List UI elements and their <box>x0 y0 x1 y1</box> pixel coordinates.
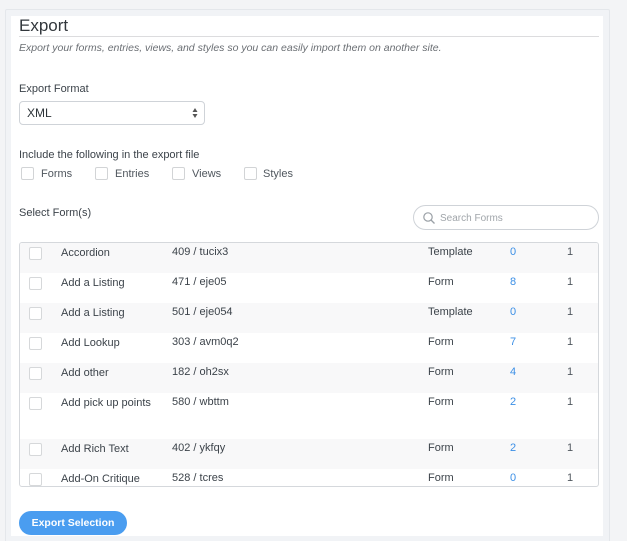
search-forms-box[interactable] <box>413 205 599 230</box>
search-forms-input[interactable] <box>440 211 590 225</box>
form-name: Accordion <box>61 247 110 259</box>
row-checkbox[interactable] <box>29 337 42 350</box>
table-row: Add Rich Text 402 / ykfqy Form 2 1 <box>20 439 598 469</box>
row-checkbox[interactable] <box>29 397 42 410</box>
form-type: Form <box>428 336 454 348</box>
table-row: Add a Listing 471 / eje05 Form 8 1 <box>20 273 598 303</box>
forms-checkbox[interactable] <box>21 167 34 180</box>
entries-count-link[interactable]: 0 <box>510 472 516 484</box>
forms-checkbox-label: Forms <box>41 168 73 180</box>
form-type: Form <box>428 276 454 288</box>
form-name: Add other <box>61 367 109 379</box>
row-checkbox[interactable] <box>29 443 42 456</box>
table-row: Add-On Critique 528 / tcres Form 0 1 <box>20 469 598 486</box>
form-name: Add pick up points <box>61 397 151 409</box>
table-row: Add pick up points 580 / wbttm Form 2 1 <box>20 393 598 439</box>
styles-checkbox[interactable] <box>244 167 257 180</box>
row-checkbox[interactable] <box>29 473 42 486</box>
form-type: Form <box>428 396 454 408</box>
views-checkbox[interactable] <box>172 167 185 180</box>
page-title: Export <box>19 16 69 35</box>
entries-checkbox-label: Entries <box>115 168 150 180</box>
form-name: Add Lookup <box>61 337 120 349</box>
form-type: Form <box>428 366 454 378</box>
form-type: Form <box>428 442 454 454</box>
form-id-key: 501 / eje054 <box>172 306 233 318</box>
row-checkbox[interactable] <box>29 247 42 260</box>
views-checkbox-label: Views <box>192 168 222 180</box>
export-selection-button[interactable]: Export Selection <box>19 511 127 535</box>
form-name: Add-On Critique <box>61 473 140 485</box>
form-id-key: 182 / oh2sx <box>172 366 229 378</box>
search-icon <box>423 212 435 224</box>
styles-checkbox-label: Styles <box>263 168 293 180</box>
export-format-select[interactable]: XML <box>19 101 205 125</box>
title-divider <box>19 36 599 37</box>
export-format-label: Export Format <box>19 83 89 95</box>
views-count: 1 <box>567 306 574 318</box>
form-name: Add a Listing <box>61 277 125 289</box>
row-checkbox[interactable] <box>29 277 42 290</box>
row-checkbox[interactable] <box>29 367 42 380</box>
form-name: Add Rich Text <box>61 443 129 455</box>
table-row: Add a Listing 501 / eje054 Template 0 1 <box>20 303 598 333</box>
form-id-key: 409 / tucix3 <box>172 246 229 258</box>
table-row: Add other 182 / oh2sx Form 4 1 <box>20 363 598 393</box>
forms-table: Accordion 409 / tucix3 Template 0 1 Add … <box>19 242 599 487</box>
entries-count-link[interactable]: 7 <box>510 336 516 348</box>
form-id-key: 580 / wbttm <box>172 396 229 408</box>
entries-count-link[interactable]: 0 <box>510 306 516 318</box>
table-row: Add Lookup 303 / avm0q2 Form 7 1 <box>20 333 598 363</box>
entries-checkbox[interactable] <box>95 167 108 180</box>
entries-count-link[interactable]: 4 <box>510 366 516 378</box>
form-id-key: 471 / eje05 <box>172 276 227 288</box>
export-panel: Export Export your forms, entries, views… <box>11 16 603 536</box>
select-forms-label: Select Form(s) <box>19 207 92 219</box>
form-id-key: 402 / ykfqy <box>172 442 226 454</box>
form-type: Form <box>428 472 454 484</box>
views-count: 1 <box>567 442 574 454</box>
page-subtitle: Export your forms, entries, views, and s… <box>19 42 442 54</box>
row-checkbox[interactable] <box>29 307 42 320</box>
select-arrows-icon <box>192 108 198 118</box>
views-count: 1 <box>567 396 574 408</box>
export-format-value: XML <box>27 106 52 120</box>
entries-count-link[interactable]: 2 <box>510 442 516 454</box>
table-row: Accordion 409 / tucix3 Template 0 1 <box>20 243 598 273</box>
form-id-key: 303 / avm0q2 <box>172 336 239 348</box>
include-label: Include the following in the export file <box>19 149 200 161</box>
views-count: 1 <box>567 276 574 288</box>
form-type: Template <box>428 246 473 258</box>
views-count: 1 <box>567 246 574 258</box>
views-count: 1 <box>567 472 574 484</box>
entries-count-link[interactable]: 8 <box>510 276 516 288</box>
entries-count-link[interactable]: 2 <box>510 396 516 408</box>
form-id-key: 528 / tcres <box>172 472 224 484</box>
form-name: Add a Listing <box>61 307 125 319</box>
views-count: 1 <box>567 366 574 378</box>
form-type: Template <box>428 306 473 318</box>
views-count: 1 <box>567 336 574 348</box>
entries-count-link[interactable]: 0 <box>510 246 516 258</box>
